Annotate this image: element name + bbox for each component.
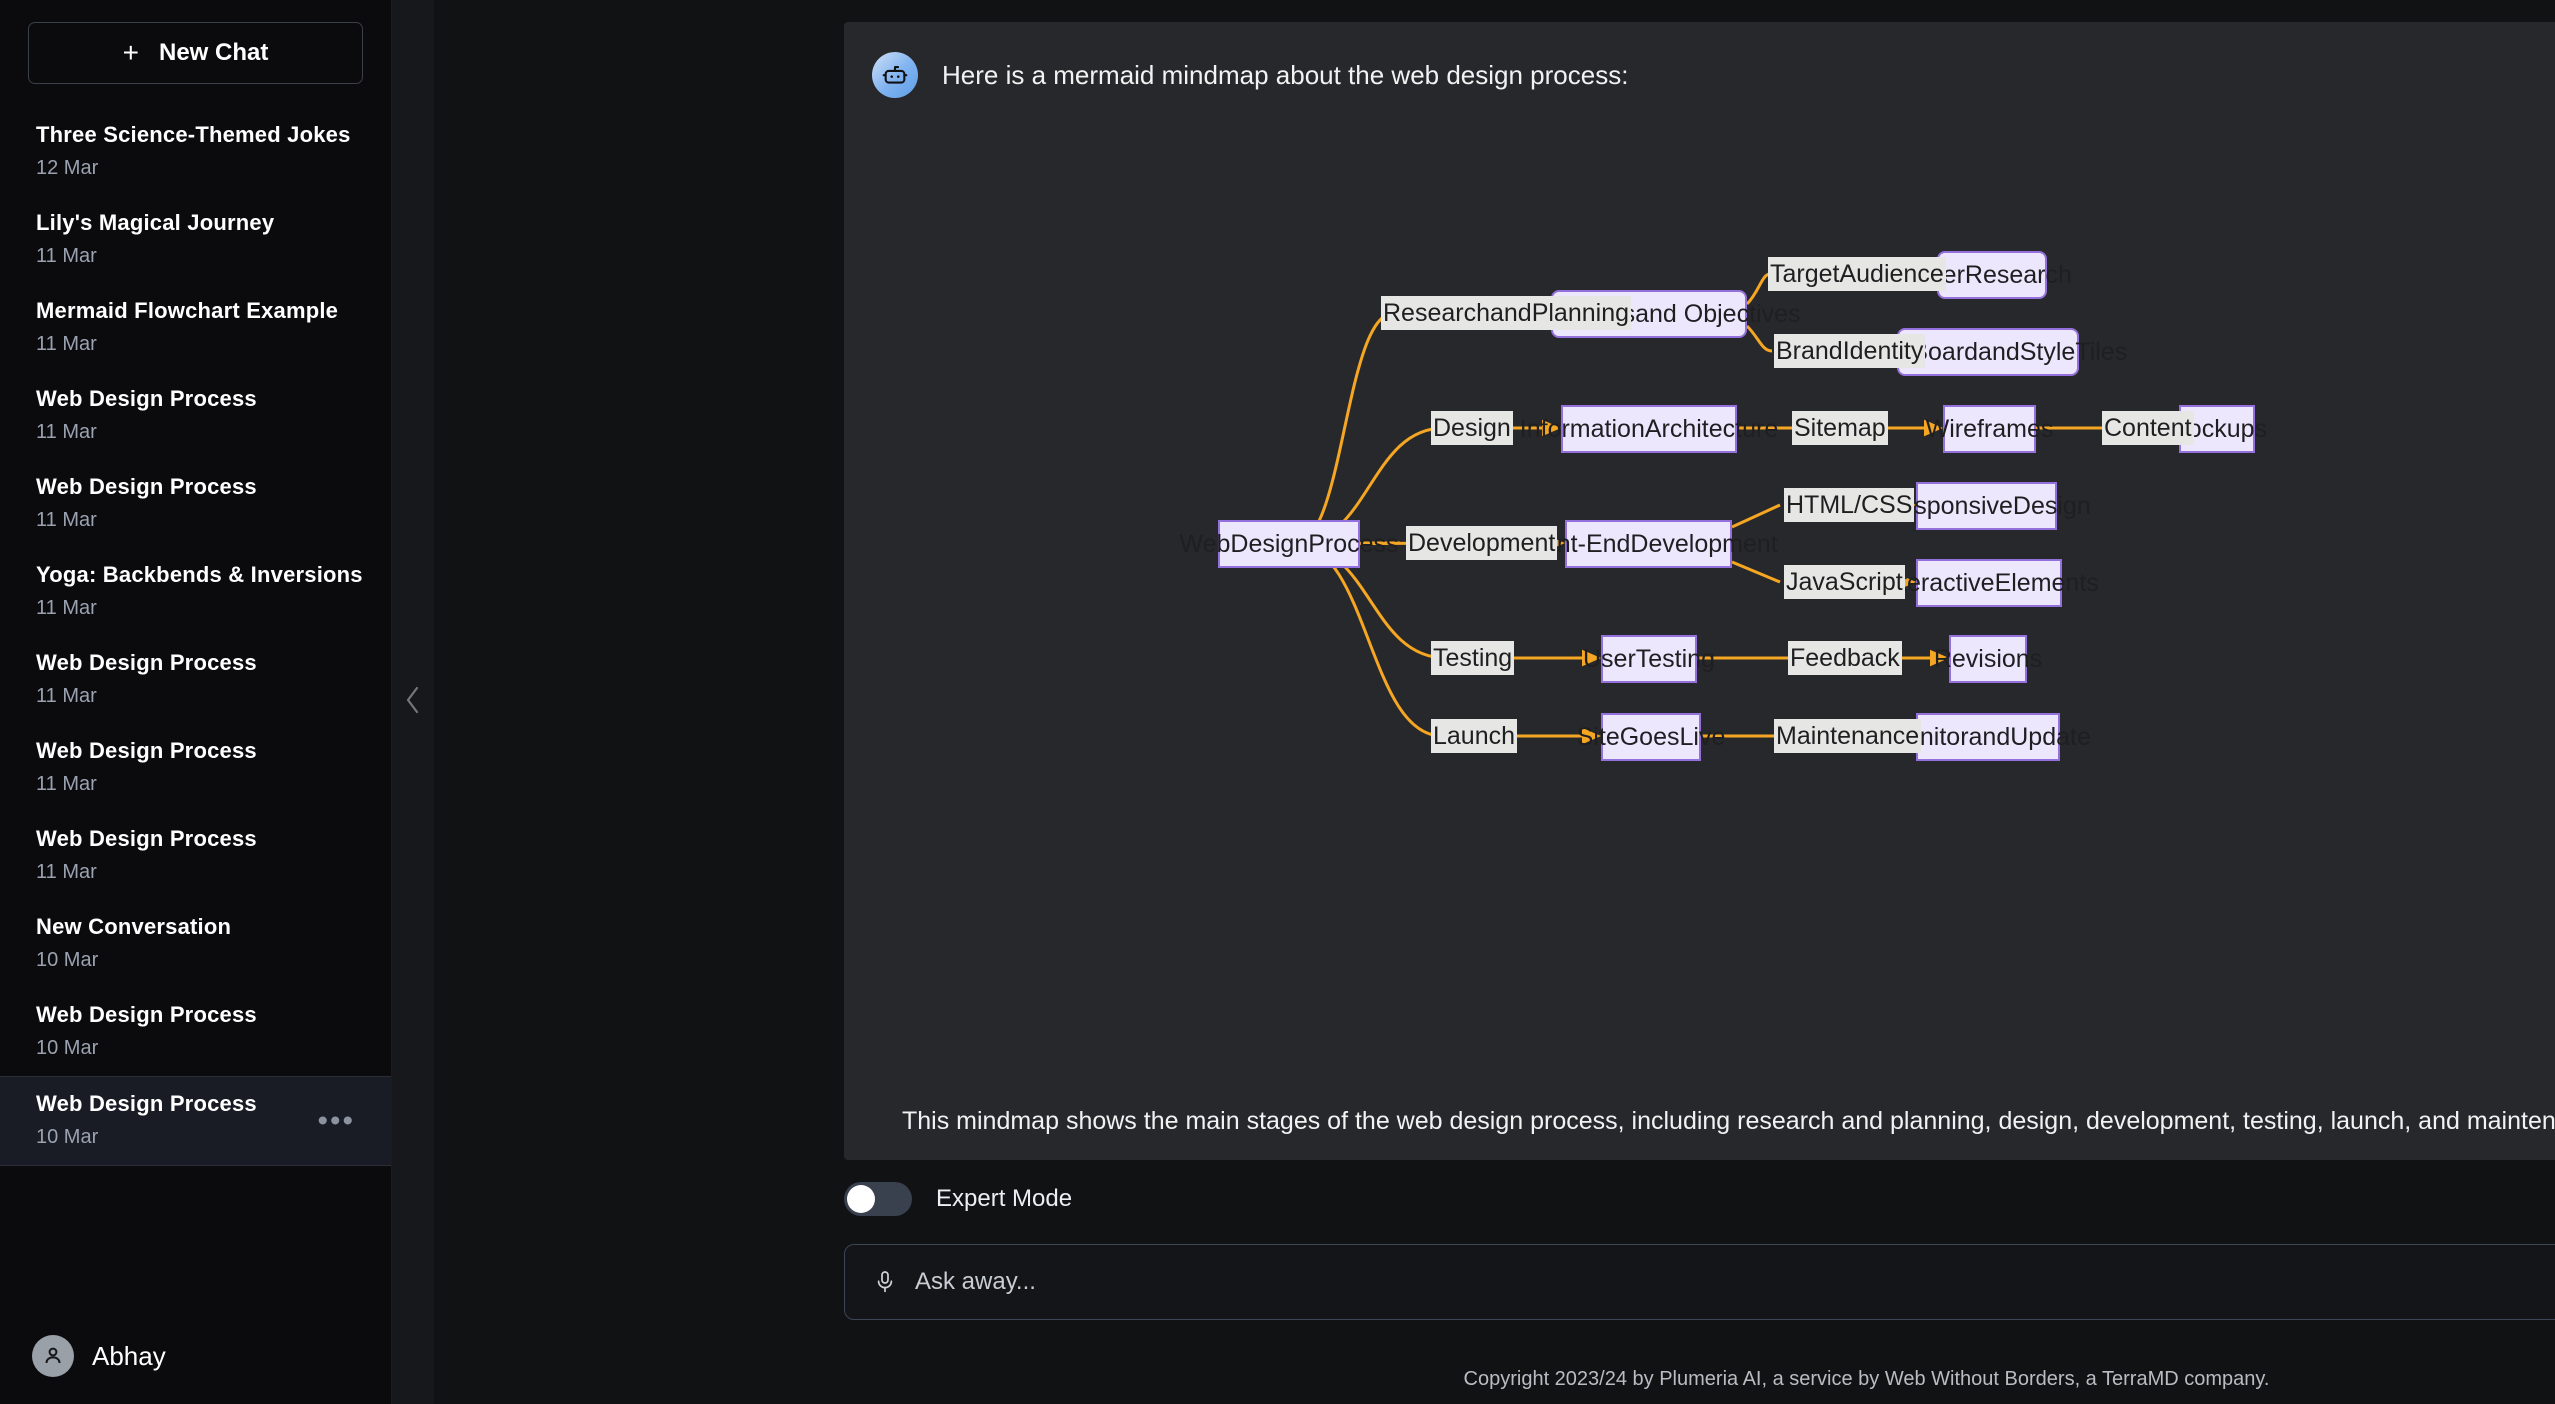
chat-history-item[interactable]: Web Design Process 11 Mar [0,372,391,460]
chat-item-title: Web Design Process [36,386,359,412]
chat-item-title: Mermaid Flowchart Example [36,298,359,324]
mindmap-node[interactable]: WebDesignProcess [1218,520,1360,568]
composer-area: Expert Mode [844,1182,2555,1320]
search-input[interactable] [897,1268,2555,1296]
assistant-message: Here is a mermaid mindmap about the web … [844,22,2555,98]
mindmap-edge-label: Launch [1431,719,1517,753]
chat-item-date: 11 Mar [36,861,359,884]
chat-item-title: Web Design Process [36,738,359,764]
chat-item-title: New Conversation [36,914,359,940]
chat-history-item[interactable]: Three Science-Themed Jokes 12 Mar [0,108,391,196]
mindmap-node[interactable]: Wireframes [1943,405,2036,453]
mindmap-node[interactable]: Revisions [1949,635,2027,683]
chat-item-date: 10 Mar [36,1126,359,1149]
mindmap-edge-label: BrandIdentity [1774,334,1925,368]
mindmap-edges [844,112,2555,1122]
chat-history-item[interactable]: Web Design Process 11 Mar [0,812,391,900]
chat-item-date: 11 Mar [36,245,359,268]
chat-item-date: 11 Mar [36,773,359,796]
mindmap-edge-label: Design [1431,411,1513,445]
mermaid-mindmap-diagram: WebDesignProcessDefineGoalsand Objective… [844,112,2555,1122]
expert-mode-toggle[interactable] [844,1182,912,1216]
microphone-icon[interactable] [873,1268,897,1296]
new-chat-button[interactable]: + New Chat [28,22,363,84]
chat-item-date: 12 Mar [36,157,359,180]
chat-item-title: Web Design Process [36,650,359,676]
chat-item-title: Three Science-Themed Jokes [36,122,359,148]
chat-item-title: Lily's Magical Journey [36,210,359,236]
mindmap-node[interactable]: SiteGoesLive [1601,713,1701,761]
chat-item-date: 10 Mar [36,1037,359,1060]
robot-icon [872,52,918,98]
mindmap-edge-label: Feedback [1788,641,1902,675]
mindmap-edge-label: Development [1406,526,1557,560]
mindmap-edge-label: HTML/CSS [1784,488,1914,522]
avatar [32,1335,74,1377]
ellipsis-icon[interactable]: ••• [317,1114,355,1129]
mindmap-node[interactable]: UserResearch [1937,251,2047,299]
chat-item-date: 11 Mar [36,333,359,356]
chat-history-item[interactable]: Web Design Process 11 Mar [0,460,391,548]
expert-mode-row: Expert Mode [844,1182,2555,1216]
app-root: + New Chat Three Science-Themed Jokes 12 … [0,0,2555,1404]
mindmap-node[interactable]: Front-EndDevelopment [1565,520,1732,568]
chat-item-title: Web Design Process [36,1002,359,1028]
mindmap-edge-label: ResearchandPlanning [1381,296,1631,330]
expert-mode-label: Expert Mode [936,1185,1072,1213]
new-chat-label: New Chat [159,39,268,67]
chat-history-item[interactable]: Web Design Process 11 Mar [0,724,391,812]
chat-item-date: 11 Mar [36,597,359,620]
chat-item-date: 11 Mar [36,421,359,444]
chevron-left-icon [402,683,424,722]
mindmap-node[interactable]: InteractiveElements [1916,559,2062,607]
mindmap-edge-label: JavaScript [1784,565,1905,599]
chat-history-item[interactable]: Web Design Process 11 Mar [0,636,391,724]
mindmap-edge-label: Content [2102,411,2194,445]
chat-panel: Here is a mermaid mindmap about the web … [844,22,2555,1160]
chat-item-date: 11 Mar [36,685,359,708]
mindmap-node[interactable]: UserTesting [1601,635,1697,683]
chat-history-item[interactable]: Mermaid Flowchart Example 11 Mar [0,284,391,372]
chat-item-title: Yoga: Backbends & Inversions [36,562,359,588]
chat-history-list: Three Science-Themed Jokes 12 Mar Lily's M… [0,108,391,1166]
chat-history-item[interactable]: Lily's Magical Journey 11 Mar [0,196,391,284]
user-bar[interactable]: Abhay [0,1308,392,1404]
chat-item-date: 10 Mar [36,949,359,972]
mindmap-summary-text: This mindmap shows the main stages of th… [902,1107,2555,1136]
assistant-message-text: Here is a mermaid mindmap about the web … [942,60,1628,91]
chat-history-item[interactable]: Yoga: Backbends & Inversions 11 Mar [0,548,391,636]
footer-copyright: Copyright 2023/24 by Plumeria AI, a serv… [844,1368,2555,1391]
chat-item-date: 11 Mar [36,509,359,532]
chat-item-title: Web Design Process [36,826,359,852]
chat-item-title: Web Design Process [36,474,359,500]
sidebar: + New Chat Three Science-Themed Jokes 12 … [0,0,392,1404]
chat-history-item[interactable]: Web Design Process 10 Mar••• [0,1076,391,1166]
chat-item-title: Web Design Process [36,1091,359,1117]
chat-history-item[interactable]: Web Design Process 10 Mar [0,988,391,1076]
chat-history-item[interactable]: New Conversation 10 Mar [0,900,391,988]
mindmap-edge-label: TargetAudience [1768,257,1946,291]
sidebar-collapse-button[interactable] [392,0,434,1404]
mindmap-edge-label: Sitemap [1792,411,1888,445]
mindmap-node[interactable]: MonitorandUpdate [1916,713,2060,761]
mindmap-edge-label: Maintenance [1774,719,1921,753]
plus-icon: + [123,39,139,67]
main-area: Here is a mermaid mindmap about the web … [392,0,2555,1404]
toggle-knob [847,1185,875,1213]
message-input-row [844,1244,2555,1320]
mindmap-edge-label: Testing [1431,641,1514,675]
mindmap-node[interactable]: ResponsiveDesign [1916,482,2057,530]
mindmap-node[interactable]: InformationArchitecture [1561,405,1737,453]
user-name: Abhay [92,1341,166,1372]
